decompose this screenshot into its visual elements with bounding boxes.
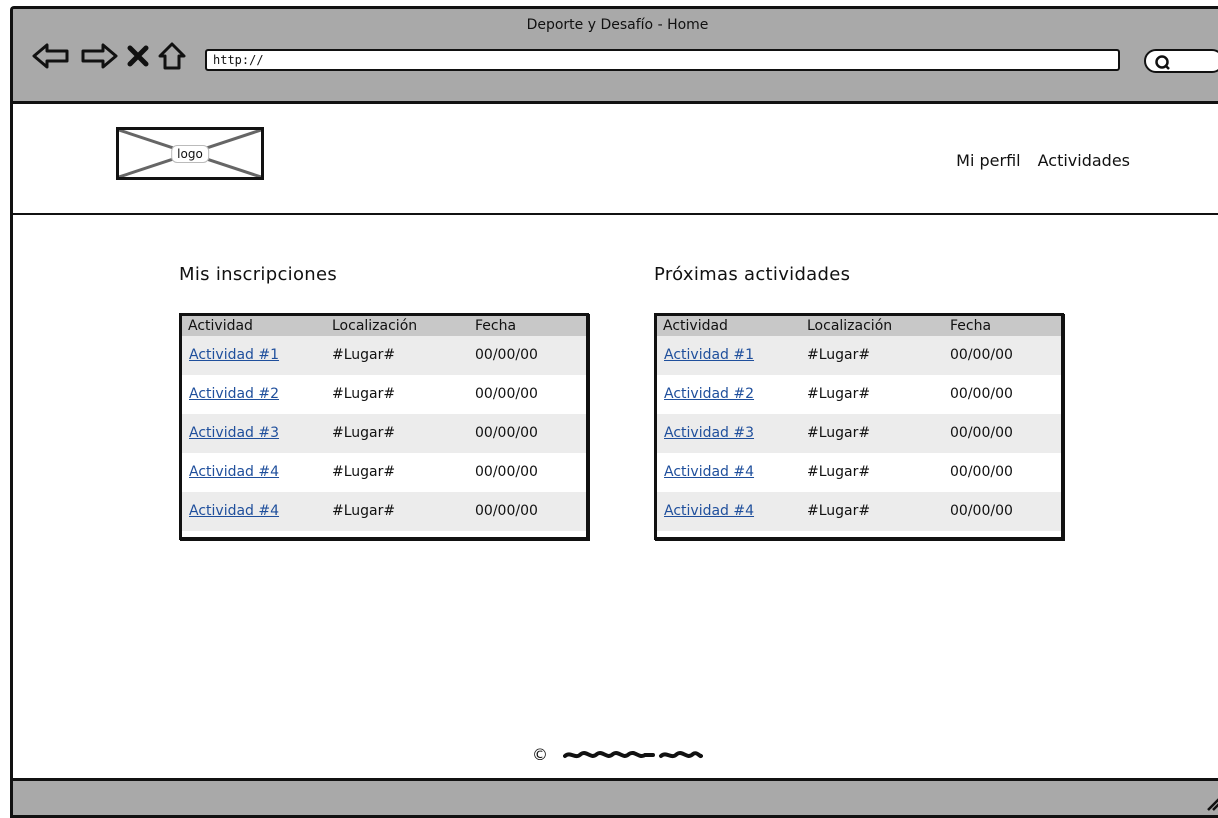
location-cell: #Lugar# [807, 464, 871, 480]
mis-inscripciones-table: Actividad Localización Fecha Actividad #… [179, 313, 589, 540]
location-cell: #Lugar# [332, 425, 396, 441]
date-cell: 00/00/00 [950, 464, 1013, 480]
nav-mi-perfil[interactable]: Mi perfil [956, 151, 1020, 170]
date-cell: 00/00/00 [475, 386, 538, 402]
table-row: Actividad #1 #Lugar# 00/00/00 [657, 336, 1061, 375]
activity-link[interactable]: Actividad #3 [189, 425, 279, 441]
close-x-icon[interactable] [127, 41, 149, 71]
proximas-actividades-title: Próximas actividades [654, 264, 851, 285]
table-row: Actividad #2 #Lugar# 00/00/00 [182, 375, 586, 414]
search-button[interactable] [1144, 49, 1218, 73]
proximas-actividades-table: Actividad Localización Fecha Actividad #… [654, 313, 1064, 540]
table-row: Actividad #1 #Lugar# 00/00/00 [182, 336, 586, 375]
table-row: Actividad #4 #Lugar# 00/00/00 [657, 492, 1061, 531]
browser-toolbar: Deporte y Desafío - Home http:// [13, 9, 1218, 104]
date-cell: 00/00/00 [950, 503, 1013, 519]
search-icon [1155, 55, 1170, 70]
mis-inscripciones-title: Mis inscripciones [179, 264, 338, 285]
window-title: Deporte y Desafío - Home [526, 17, 709, 33]
scribbled-text-placeholder [563, 750, 704, 758]
column-header: Actividad [663, 318, 728, 334]
location-cell: #Lugar# [332, 503, 396, 519]
location-cell: #Lugar# [807, 503, 871, 519]
activity-link[interactable]: Actividad #1 [189, 347, 279, 363]
top-navigation: Mi perfil Actividades [956, 151, 1130, 170]
column-header: Localización [332, 318, 418, 334]
table-row: Actividad #4 #Lugar# 00/00/00 [657, 453, 1061, 492]
activity-link[interactable]: Actividad #2 [664, 386, 754, 402]
column-header: Fecha [950, 318, 992, 334]
table-header: Actividad Localización Fecha [657, 316, 1061, 336]
date-cell: 00/00/00 [950, 425, 1013, 441]
back-arrow-icon[interactable] [31, 41, 71, 71]
column-header: Localización [807, 318, 893, 334]
page-footer: © [13, 744, 1218, 764]
column-header: Fecha [475, 318, 517, 334]
table-padding [182, 531, 586, 537]
activity-link[interactable]: Actividad #4 [664, 503, 754, 519]
nav-actividades[interactable]: Actividades [1038, 151, 1130, 170]
date-cell: 00/00/00 [950, 347, 1013, 363]
location-cell: #Lugar# [332, 386, 396, 402]
table-header: Actividad Localización Fecha [182, 316, 586, 336]
location-cell: #Lugar# [807, 347, 871, 363]
forward-arrow-icon[interactable] [79, 41, 119, 71]
table-row: Actividad #3 #Lugar# 00/00/00 [657, 414, 1061, 453]
location-cell: #Lugar# [807, 425, 871, 441]
activity-link[interactable]: Actividad #3 [664, 425, 754, 441]
date-cell: 00/00/00 [475, 503, 538, 519]
date-cell: 00/00/00 [950, 386, 1013, 402]
logo-placeholder[interactable]: logo [116, 127, 264, 180]
table-row: Actividad #4 #Lugar# 00/00/00 [182, 492, 586, 531]
location-cell: #Lugar# [332, 464, 396, 480]
logo-label: logo [171, 144, 209, 163]
site-header: logo Mi perfil Actividades [13, 104, 1218, 215]
url-input[interactable]: http:// [205, 49, 1120, 71]
column-header: Actividad [188, 318, 253, 334]
copyright-symbol: © [531, 745, 548, 764]
location-cell: #Lugar# [332, 347, 396, 363]
activity-link[interactable]: Actividad #4 [664, 464, 754, 480]
resize-handle-icon[interactable] [1204, 795, 1218, 811]
date-cell: 00/00/00 [475, 464, 538, 480]
nav-buttons [31, 41, 187, 71]
status-bar [13, 778, 1218, 815]
location-cell: #Lugar# [807, 386, 871, 402]
activity-link[interactable]: Actividad #2 [189, 386, 279, 402]
table-row: Actividad #3 #Lugar# 00/00/00 [182, 414, 586, 453]
table-row: Actividad #4 #Lugar# 00/00/00 [182, 453, 586, 492]
date-cell: 00/00/00 [475, 347, 538, 363]
activity-link[interactable]: Actividad #1 [664, 347, 754, 363]
browser-window: Deporte y Desafío - Home http:// logo Mi… [10, 6, 1218, 818]
activity-link[interactable]: Actividad #4 [189, 503, 279, 519]
table-padding [657, 531, 1061, 537]
date-cell: 00/00/00 [475, 425, 538, 441]
table-row: Actividad #2 #Lugar# 00/00/00 [657, 375, 1061, 414]
activity-link[interactable]: Actividad #4 [189, 464, 279, 480]
home-icon[interactable] [157, 41, 187, 71]
